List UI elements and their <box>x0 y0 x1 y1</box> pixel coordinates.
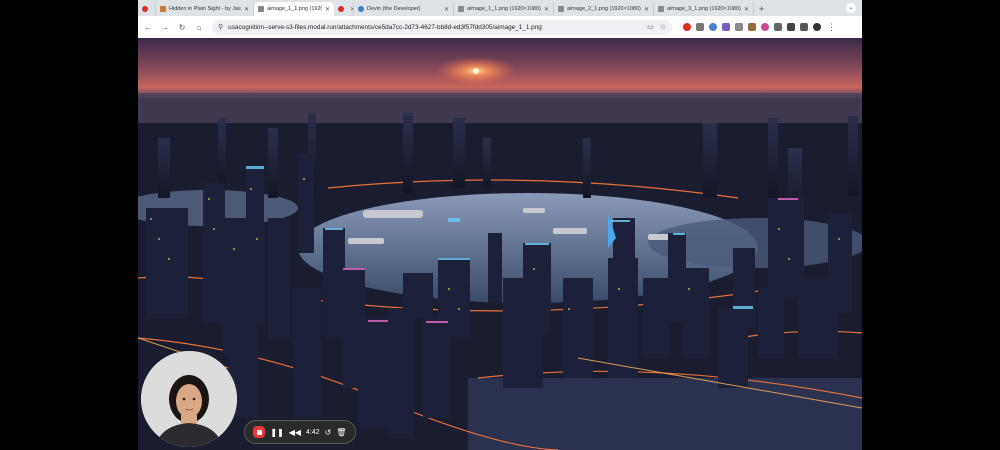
tab-aimage-2-1[interactable]: aimage_2_1.png (1920×1080) ✕ <box>554 2 654 16</box>
close-icon[interactable]: ✕ <box>444 6 449 13</box>
close-icon[interactable]: ✕ <box>744 6 749 13</box>
address-bar[interactable]: ⚲ usacognition--serve-s3-files.modal.run… <box>212 19 672 35</box>
record-icon <box>338 6 344 12</box>
url-text[interactable]: usacognition--serve-s3-files.modal.run/a… <box>228 24 641 31</box>
tab-title: Hidden in Plain Sight - by Jas <box>169 6 241 12</box>
extension-icon[interactable] <box>773 23 782 31</box>
new-tab-button[interactable]: + <box>754 2 769 16</box>
tab-recording-2[interactable]: ✕ <box>334 2 354 16</box>
extensions-bar <box>680 23 823 31</box>
webcam-overlay <box>141 351 237 447</box>
back-icon[interactable]: ← <box>141 23 155 32</box>
rewind-icon[interactable]: ◀◀ <box>289 428 301 437</box>
extension-icon[interactable] <box>695 23 704 31</box>
page-image-viewer <box>138 38 862 450</box>
site-info-icon[interactable]: ⚲ <box>218 23 223 31</box>
ai-generated-city-image <box>138 38 862 450</box>
presenter-avatar <box>141 351 237 447</box>
extension-icon[interactable] <box>747 23 756 31</box>
tab-strip: Hidden in Plain Sight - by Jas ✕ aimage_… <box>138 0 862 16</box>
recording-timer: 4:42 <box>306 428 320 436</box>
browser-menu-icon[interactable]: ⋮ <box>827 22 836 33</box>
bookmark-star-icon[interactable]: ☆ <box>660 23 666 31</box>
restart-icon[interactable]: ↺ <box>325 428 332 437</box>
home-icon[interactable]: ⌂ <box>192 23 206 32</box>
record-icon <box>142 6 148 12</box>
extensions-puzzle-icon[interactable] <box>786 23 795 31</box>
image-icon <box>558 6 564 12</box>
profile-icon[interactable] <box>812 23 821 31</box>
tab-hidden-in-plain-sight[interactable]: Hidden in Plain Sight - by Jas ✕ <box>156 2 254 16</box>
sidepanel-icon[interactable] <box>799 23 808 31</box>
tab-recording[interactable] <box>138 2 156 16</box>
close-icon[interactable]: ✕ <box>325 6 330 13</box>
substack-icon <box>160 6 166 12</box>
tab-aimage-3-1[interactable]: aimage_3_1.png (1920×1080) ✕ <box>654 2 754 16</box>
tab-title: aimage_1_1.png (1920×1080) <box>267 6 322 12</box>
extension-icon[interactable] <box>682 23 691 31</box>
cast-icon[interactable]: ▭ <box>647 23 654 31</box>
tab-title: Devin (the Developer) <box>367 6 421 12</box>
browser-toolbar: ← → ↻ ⌂ ⚲ usacognition--serve-s3-files.m… <box>138 16 862 39</box>
tab-title: aimage_3_1.png (1920×1080) <box>667 6 741 12</box>
close-icon[interactable]: ✕ <box>544 6 549 13</box>
image-icon <box>658 6 664 12</box>
stop-icon <box>256 429 262 435</box>
extension-icon[interactable] <box>760 23 769 31</box>
tab-aimage-1-1[interactable]: aimage_1_1.png (1920×1080) ✕ <box>454 2 554 16</box>
image-icon <box>458 6 464 12</box>
devin-icon <box>358 6 364 12</box>
extension-icon[interactable] <box>708 23 717 31</box>
tab-devin[interactable]: Devin (the Developer) ✕ <box>354 2 454 16</box>
reload-icon[interactable]: ↻ <box>175 23 189 32</box>
stop-recording-button[interactable] <box>253 426 266 438</box>
extension-icon[interactable] <box>734 23 743 31</box>
delete-icon[interactable]: 🗑 <box>336 428 346 437</box>
image-icon <box>258 6 264 12</box>
tab-search-button[interactable]: ⌄ <box>846 3 856 13</box>
close-icon[interactable]: ✕ <box>244 6 249 13</box>
forward-icon[interactable]: → <box>158 23 172 32</box>
browser-window: Hidden in Plain Sight - by Jas ✕ aimage_… <box>138 0 862 450</box>
tab-title: aimage_2_1.png (1920×1080) <box>567 6 641 12</box>
close-icon[interactable]: ✕ <box>644 6 649 13</box>
tab-aimage-1-1-active[interactable]: aimage_1_1.png (1920×1080) ✕ <box>254 2 334 16</box>
extension-icon[interactable] <box>721 23 730 31</box>
tab-title: aimage_1_1.png (1920×1080) <box>467 6 541 12</box>
recording-controls: ❚❚ ◀◀ 4:42 ↺ 🗑 <box>244 420 356 444</box>
pause-icon[interactable]: ❚❚ <box>270 428 283 437</box>
